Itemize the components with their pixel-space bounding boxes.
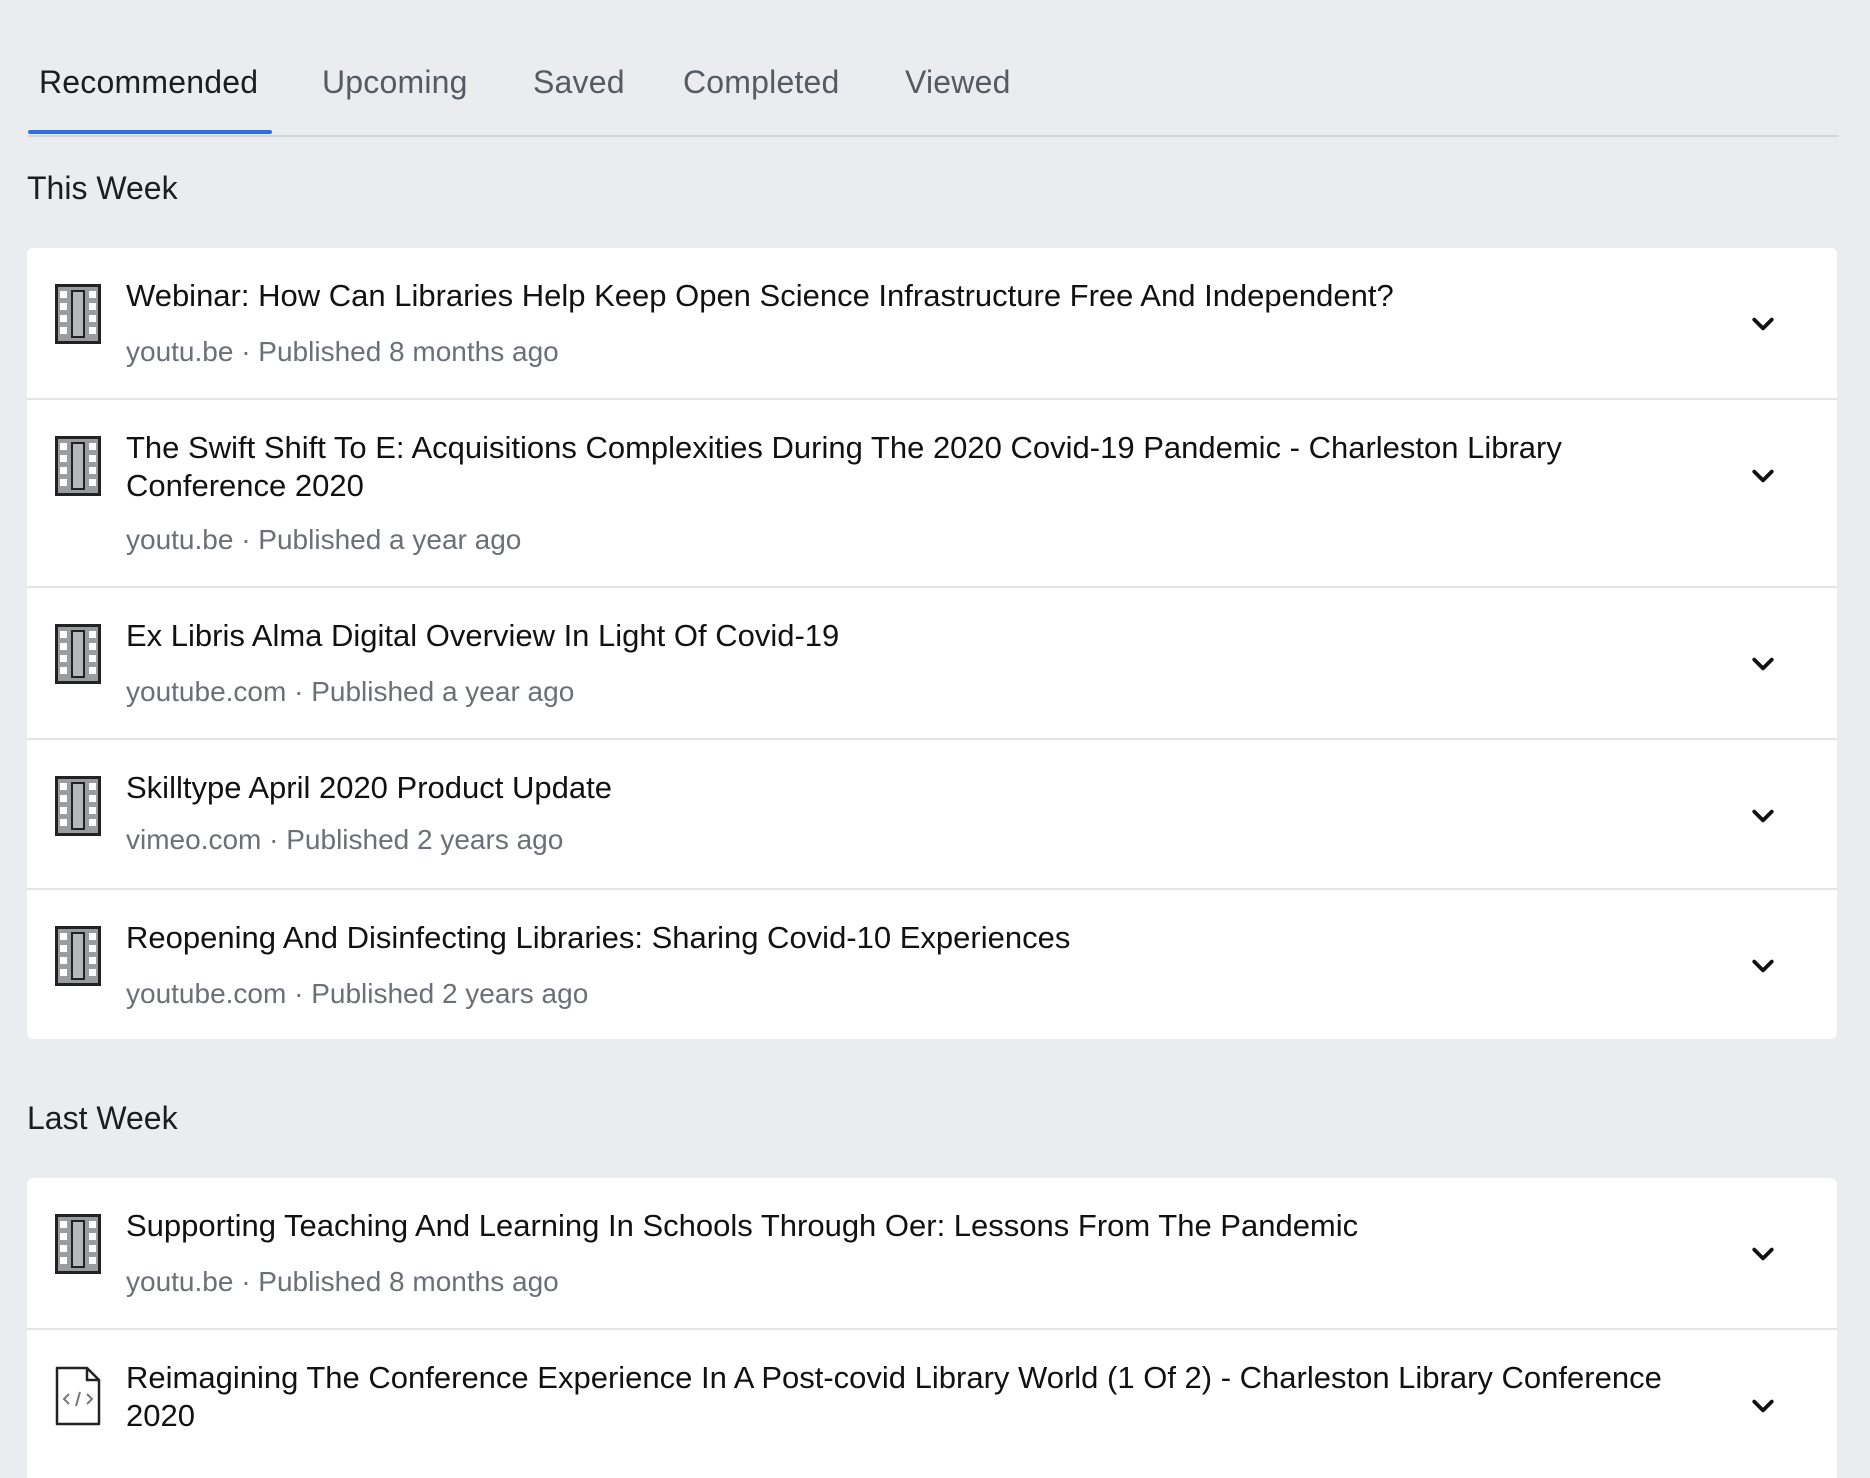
list-item[interactable]: The Swift Shift To E: Acquisitions Compl… [27,400,1837,588]
item-meta: youtu.be · Published a year ago [126,524,522,555]
code-file-icon [55,1366,101,1426]
tab-saved[interactable]: Saved [533,64,625,101]
tab-recommended[interactable]: Recommended [39,64,258,101]
film-icon [55,284,101,344]
content-list-this-week: Webinar: How Can Libraries Help Keep Ope… [27,248,1837,1039]
section-title-this-week: This Week [27,170,178,206]
chevron-down-icon[interactable] [1748,1239,1778,1269]
item-title[interactable]: Webinar: How Can Libraries Help Keep Ope… [126,277,1666,315]
list-item[interactable]: Reimagining The Conference Experience In… [27,1330,1837,1478]
film-icon [55,926,101,986]
film-icon [55,776,101,836]
tab-completed[interactable]: Completed [683,64,840,101]
list-item[interactable]: Reopening And Disinfecting Libraries: Sh… [27,890,1837,1039]
tab-bar: Recommended Upcoming Saved Completed Vie… [28,0,1838,137]
chevron-down-icon[interactable] [1748,649,1778,679]
item-title[interactable]: Skilltype April 2020 Product Update [126,769,1666,807]
content-list-last-week: Supporting Teaching And Learning In Scho… [27,1178,1837,1478]
tab-viewed[interactable]: Viewed [905,64,1011,101]
chevron-down-icon[interactable] [1748,1391,1778,1421]
item-title[interactable]: The Swift Shift To E: Acquisitions Compl… [126,429,1666,505]
item-title[interactable]: Supporting Teaching And Learning In Scho… [126,1207,1666,1245]
item-meta: youtu.be · Published 8 months ago [126,336,559,367]
item-meta: youtu.be · Published 8 months ago [126,1266,559,1297]
item-title[interactable]: Reimagining The Conference Experience In… [126,1359,1666,1435]
list-item[interactable]: Supporting Teaching And Learning In Scho… [27,1178,1837,1330]
item-meta: youtube.com · Published 2 years ago [126,978,589,1009]
item-meta: youtube.com · Published a year ago [126,676,575,707]
film-icon [55,1214,101,1274]
list-item[interactable]: Ex Libris Alma Digital Overview In Light… [27,588,1837,740]
tab-upcoming[interactable]: Upcoming [322,64,468,101]
chevron-down-icon[interactable] [1748,951,1778,981]
item-meta: vimeo.com · Published 2 years ago [126,824,564,855]
list-item[interactable]: Skilltype April 2020 Product Update vime… [27,740,1837,890]
chevron-down-icon[interactable] [1748,801,1778,831]
film-icon [55,624,101,684]
chevron-down-icon[interactable] [1748,461,1778,491]
item-title[interactable]: Reopening And Disinfecting Libraries: Sh… [126,919,1666,957]
list-item[interactable]: Webinar: How Can Libraries Help Keep Ope… [27,248,1837,400]
active-tab-indicator [28,130,272,134]
film-icon [55,436,101,496]
chevron-down-icon[interactable] [1748,309,1778,339]
item-title[interactable]: Ex Libris Alma Digital Overview In Light… [126,617,1666,655]
section-title-last-week: Last Week [27,1100,178,1136]
